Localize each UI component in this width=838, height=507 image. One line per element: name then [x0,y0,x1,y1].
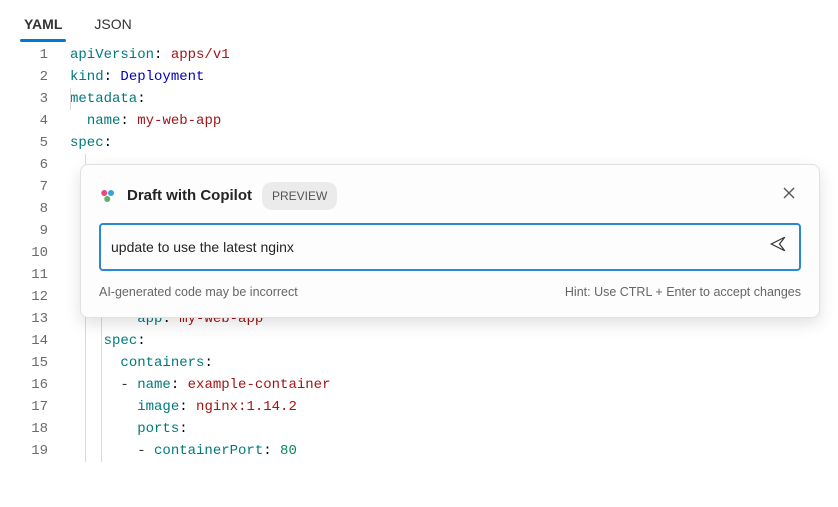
code-line: 1 apiVersion: apps/v1 [0,44,838,66]
close-icon[interactable] [777,181,801,211]
line-number: 10 [0,242,70,264]
code-line: 16 - name: example-container [0,374,838,396]
code-line: 3 metadata: [0,88,838,110]
tab-yaml[interactable]: YAML [20,10,66,42]
preview-badge: PREVIEW [262,182,337,210]
line-number: 16 [0,374,70,396]
copilot-hint: Hint: Use CTRL + Enter to accept changes [565,281,801,303]
code-editor[interactable]: 1 apiVersion: apps/v1 2 kind: Deployment… [0,42,838,462]
copilot-input[interactable] [111,239,767,255]
line-number: 6 [0,154,70,176]
copilot-title: Draft with Copilot [127,185,252,207]
code-line: 14 spec: [0,330,838,352]
copilot-disclaimer: AI-generated code may be incorrect [99,281,298,303]
line-number: 15 [0,352,70,374]
line-number: 11 [0,264,70,286]
line-number: 2 [0,66,70,88]
line-number: 19 [0,440,70,462]
line-number: 8 [0,198,70,220]
line-number: 18 [0,418,70,440]
tab-json[interactable]: JSON [90,10,135,42]
line-number: 12 [0,286,70,308]
line-number: 4 [0,110,70,132]
copilot-input-wrap [99,223,801,271]
line-number: 13 [0,308,70,330]
line-number: 1 [0,44,70,66]
line-number: 7 [0,176,70,198]
code-line: 18 ports: [0,418,838,440]
code-line: 4 name: my-web-app [0,110,838,132]
code-line: 2 kind: Deployment [0,66,838,88]
code-line: 15 containers: [0,352,838,374]
line-number: 3 [0,88,70,110]
copilot-icon [99,187,117,205]
send-icon[interactable] [767,233,789,261]
format-tabs: YAML JSON [0,0,838,42]
line-number: 17 [0,396,70,418]
line-number: 9 [0,220,70,242]
code-line: 17 image: nginx:1.14.2 [0,396,838,418]
line-number: 5 [0,132,70,154]
code-line: 19 - containerPort: 80 [0,440,838,462]
copilot-popup: Draft with Copilot PREVIEW AI-generated … [80,164,820,318]
code-line: 5 spec: [0,132,838,154]
line-number: 14 [0,330,70,352]
